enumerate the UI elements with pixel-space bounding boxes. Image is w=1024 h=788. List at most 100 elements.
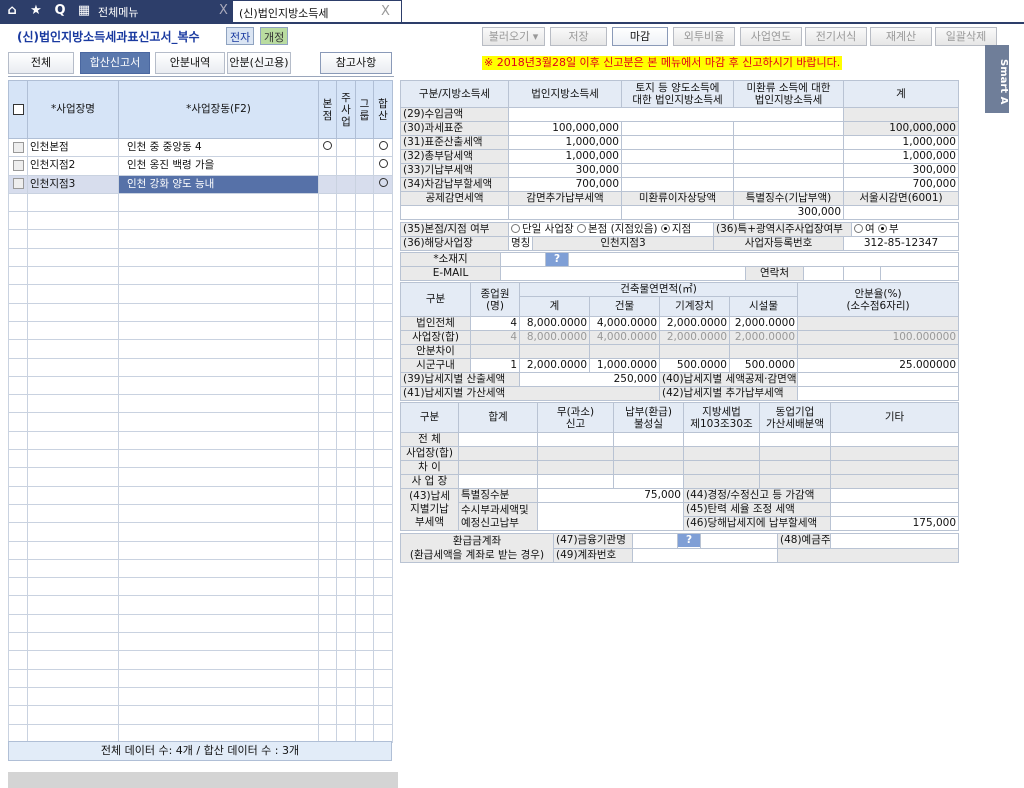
empty-row[interactable] [8, 266, 393, 286]
empty-cell[interactable] [118, 522, 319, 542]
empty-row[interactable] [8, 668, 393, 688]
empty-row[interactable] [8, 339, 393, 359]
empty-cell[interactable] [118, 394, 319, 414]
table-row-selected[interactable]: 인천지점3 인천 강화 양도 능내 [8, 174, 393, 194]
branch-type-radio-group[interactable]: 단일 사업장 본점 (지점있음) 지점 [508, 222, 714, 237]
empty-row[interactable] [8, 375, 393, 396]
empty-cell[interactable] [373, 430, 393, 451]
empty-cell[interactable] [118, 595, 319, 615]
empty-cell[interactable] [318, 632, 337, 652]
empty-row[interactable] [8, 650, 393, 670]
empty-cell[interactable] [355, 650, 374, 670]
row-checkbox[interactable] [12, 141, 24, 153]
sum-marker[interactable] [373, 137, 393, 158]
input-cell[interactable] [508, 205, 622, 220]
empty-cell[interactable] [373, 247, 393, 268]
row-checkbox[interactable] [12, 178, 24, 190]
workplace-dong[interactable]: 인천 옹진 백령 가을 [118, 156, 319, 176]
home-icon[interactable]: ⌂ [4, 3, 20, 18]
empty-cell[interactable] [8, 229, 28, 249]
sum-marker[interactable] [373, 156, 393, 176]
delete-all-button[interactable]: 일괄삭제 [935, 27, 997, 46]
empty-cell[interactable] [118, 485, 319, 505]
empty-cell[interactable] [27, 266, 119, 286]
empty-cell[interactable] [336, 412, 356, 432]
empty-cell[interactable] [8, 430, 28, 451]
empty-cell[interactable] [355, 632, 374, 652]
empty-cell[interactable] [355, 705, 374, 725]
empty-cell[interactable] [27, 247, 119, 268]
bank-name-input[interactable] [700, 533, 778, 549]
empty-cell[interactable] [118, 192, 319, 213]
empty-row[interactable] [8, 686, 393, 707]
empty-cell[interactable] [336, 686, 356, 707]
address-input[interactable] [568, 252, 959, 267]
empty-cell[interactable] [355, 449, 374, 469]
input-cell[interactable] [621, 205, 734, 220]
empty-cell[interactable] [355, 266, 374, 286]
value-cell[interactable]: 700,000 [508, 177, 622, 192]
empty-cell[interactable] [355, 284, 374, 304]
input-cell[interactable] [621, 177, 734, 192]
empty-cell[interactable] [8, 284, 28, 304]
empty-cell[interactable] [318, 192, 337, 213]
empty-cell[interactable] [8, 613, 28, 634]
empty-cell[interactable] [373, 357, 393, 377]
account-holder-input[interactable] [830, 533, 959, 549]
main-marker[interactable] [336, 174, 356, 194]
sum-marker[interactable] [373, 174, 393, 194]
input-cell[interactable] [733, 163, 844, 178]
empty-cell[interactable] [27, 430, 119, 451]
zip-input[interactable] [500, 252, 546, 267]
area-value[interactable]: 500.0000 [659, 358, 730, 373]
empty-cell[interactable] [336, 192, 356, 213]
empty-cell[interactable] [318, 357, 337, 377]
load-button[interactable]: 불러오기 ▾ [482, 27, 545, 46]
input-cell[interactable] [621, 121, 734, 136]
value-cell[interactable]: 1,000,000 [508, 135, 622, 150]
employees-value[interactable]: 1 [470, 358, 520, 373]
prior-form-button[interactable]: 전기서식 [805, 27, 867, 46]
empty-cell[interactable] [355, 247, 374, 268]
group-marker[interactable] [355, 174, 374, 194]
empty-cell[interactable] [27, 467, 119, 487]
input-cell[interactable] [843, 205, 959, 220]
empty-row[interactable] [8, 467, 393, 487]
empty-cell[interactable] [318, 540, 337, 560]
empty-cell[interactable] [118, 613, 319, 634]
empty-cell[interactable] [373, 320, 393, 341]
empty-row[interactable] [8, 522, 393, 542]
empty-cell[interactable] [8, 339, 28, 359]
empty-cell[interactable] [355, 613, 374, 634]
empty-cell[interactable] [355, 394, 374, 414]
empty-row[interactable] [8, 540, 393, 560]
empty-cell[interactable] [318, 320, 337, 341]
empty-cell[interactable] [336, 247, 356, 268]
workplace-dong[interactable]: 인천 중 중앙동 4 [118, 137, 319, 158]
empty-cell[interactable] [27, 449, 119, 469]
empty-cell[interactable] [336, 632, 356, 652]
empty-cell[interactable] [27, 394, 119, 414]
empty-cell[interactable] [336, 540, 356, 560]
radio-branch[interactable]: 지점 [672, 224, 691, 236]
empty-cell[interactable] [373, 375, 393, 396]
empty-row[interactable] [8, 412, 393, 432]
empty-cell[interactable] [373, 723, 393, 743]
empty-cell[interactable] [8, 723, 28, 743]
empty-cell[interactable] [355, 723, 374, 743]
input-cell[interactable] [733, 149, 844, 164]
empty-cell[interactable] [27, 229, 119, 249]
empty-cell[interactable] [27, 558, 119, 579]
empty-cell[interactable] [336, 705, 356, 725]
empty-cell[interactable] [27, 412, 119, 432]
empty-cell[interactable] [8, 705, 28, 725]
empty-cell[interactable] [8, 632, 28, 652]
empty-cell[interactable] [373, 577, 393, 597]
empty-cell[interactable] [118, 558, 319, 579]
cell[interactable] [458, 474, 538, 489]
empty-cell[interactable] [8, 320, 28, 341]
empty-cell[interactable] [8, 686, 28, 707]
empty-cell[interactable] [27, 503, 119, 524]
empty-cell[interactable] [373, 540, 393, 560]
value-cell[interactable]: 1,000,000 [508, 149, 622, 164]
